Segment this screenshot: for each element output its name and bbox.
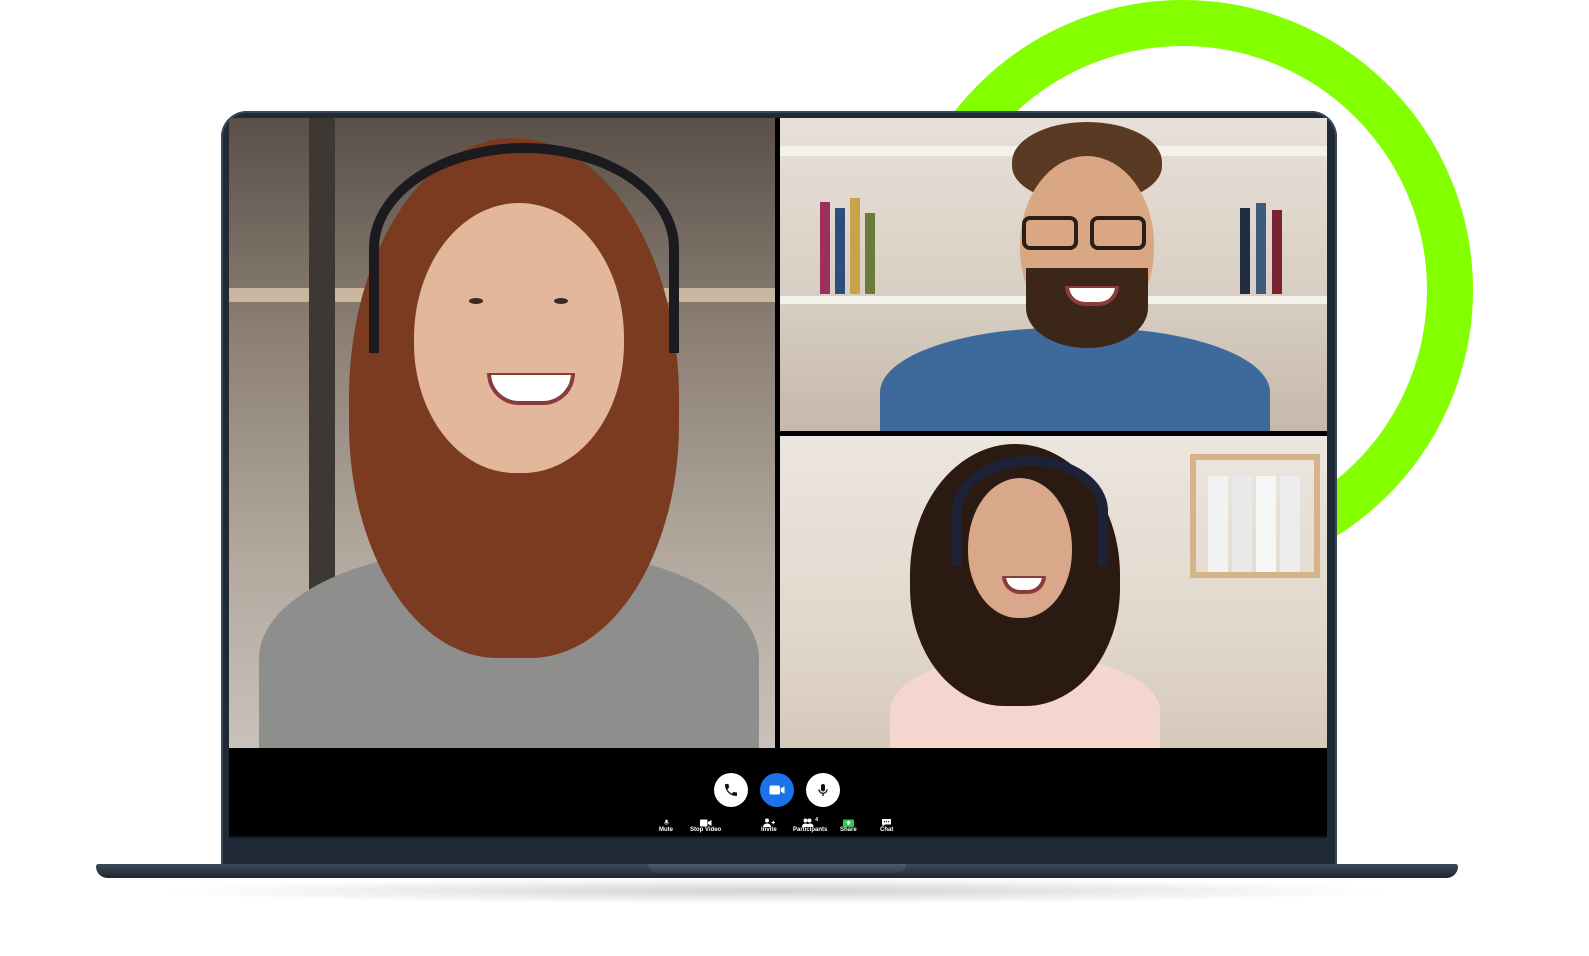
video-call-screen: Mute ^ Stop Video ^ Invite 4 Participant…: [229, 118, 1327, 838]
video-toggle-button[interactable]: [760, 773, 794, 807]
participant-beard: [1026, 268, 1148, 348]
microphone-button[interactable]: [806, 773, 840, 807]
book: [850, 198, 860, 294]
share-tool[interactable]: Share: [840, 818, 857, 833]
microphone-icon: [663, 819, 669, 825]
share-screen-icon: [842, 819, 854, 827]
screen-bottom-edge: [229, 836, 1327, 838]
binder: [1280, 476, 1300, 572]
participants-count: 4: [815, 816, 819, 823]
participant-tile-bottom-right[interactable]: [780, 436, 1327, 748]
end-call-button[interactable]: [714, 773, 748, 807]
book: [1256, 203, 1266, 294]
stop-video-tool[interactable]: Stop Video: [690, 818, 721, 833]
book: [835, 208, 845, 294]
phone-icon: [725, 784, 737, 796]
invite-tool[interactable]: Invite: [761, 818, 777, 833]
eye: [469, 298, 483, 304]
laptop-shadow: [150, 878, 1400, 904]
binder: [1208, 476, 1228, 572]
headset-icon: [952, 456, 1108, 566]
laptop-hinge-notch: [648, 864, 906, 873]
add-user-icon: [762, 818, 775, 827]
binder: [1256, 476, 1276, 572]
mute-label: Mute: [659, 827, 673, 833]
share-label: Share: [840, 827, 857, 833]
eye: [554, 298, 568, 304]
book: [1240, 208, 1250, 294]
participants-tool[interactable]: 4 Participants: [793, 816, 828, 834]
chat-label: Chat: [880, 827, 894, 833]
participants-label: Participants: [793, 827, 828, 833]
participant-tile-top-right[interactable]: [780, 118, 1327, 431]
book: [865, 213, 875, 294]
stop-video-label: Stop Video: [690, 827, 722, 833]
microphone-icon: [818, 784, 828, 796]
video-camera-icon: [769, 785, 785, 795]
participants-icon: [802, 818, 814, 827]
chat-tool[interactable]: Chat: [880, 818, 893, 833]
book: [820, 202, 830, 294]
invite-label: Invite: [761, 827, 777, 833]
participant-tile-main[interactable]: [229, 118, 775, 748]
glasses-icon: [1090, 216, 1146, 250]
headset-icon: [369, 143, 679, 353]
mute-tool[interactable]: Mute: [659, 818, 673, 833]
video-camera-icon: [699, 819, 712, 826]
glasses-icon: [1022, 216, 1078, 250]
binder: [1232, 476, 1252, 572]
book: [1272, 210, 1282, 294]
chat-bubble-icon: [882, 819, 892, 827]
